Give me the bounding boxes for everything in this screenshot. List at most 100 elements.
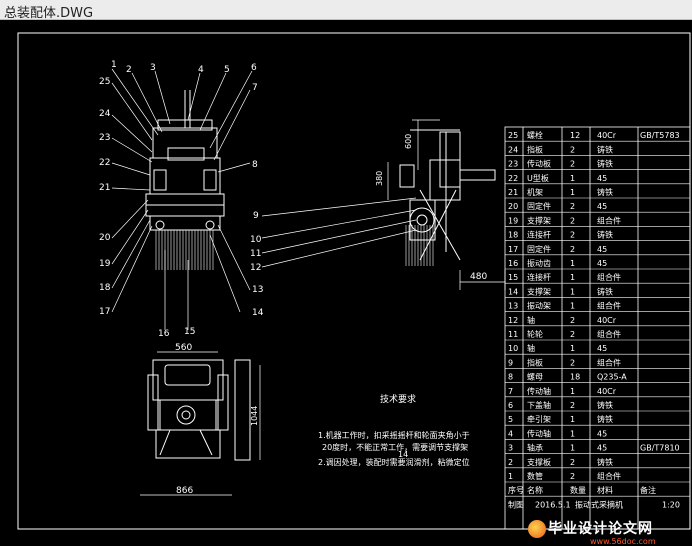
bom-cell: 1 — [570, 174, 575, 183]
balloon-18: 18 — [99, 283, 111, 293]
balloon-15: 15 — [184, 327, 195, 337]
bom-cell: 18 — [508, 231, 518, 240]
tech-heading: 技术要求 — [380, 395, 417, 405]
side-leaders — [261, 197, 417, 268]
window-title: 总装配体.DWG — [4, 6, 94, 21]
balloon-25: 25 — [99, 77, 110, 87]
front-view — [145, 90, 225, 231]
bom-cell: 2 — [570, 472, 575, 481]
balloon-7: 7 — [252, 83, 258, 93]
sheet-border — [17, 32, 691, 530]
balloon-11: 11 — [250, 249, 261, 259]
bom-cell: 1 — [570, 259, 575, 268]
cad-canvas[interactable]: 1 2 3 4 5 6 25 24 23 22 21 20 19 18 17 7… — [0, 20, 692, 546]
tech-mark: 14 — [398, 450, 409, 459]
bom-cell: 25 — [508, 131, 518, 140]
balloon-8: 8 — [252, 160, 258, 170]
window-titlebar: 总装配体.DWG — [0, 0, 692, 21]
watermark-logo — [528, 520, 546, 538]
bom-cell: 铸铁 — [597, 230, 613, 240]
bom-footer-title: 振动式采摘机 — [575, 499, 623, 509]
bom-cell: 1 — [570, 344, 575, 353]
drawing-sheet: 1 2 3 4 5 6 25 24 23 22 21 20 19 18 17 7… — [17, 32, 691, 530]
bom-cell: 2 — [570, 216, 575, 225]
bom-cell: 16 — [508, 259, 518, 268]
bom-cell: 24 — [508, 145, 518, 154]
tech-line-2: 20度时，不能正常工作，需要调节支撑架 — [322, 443, 469, 452]
bom-cell: 20 — [508, 202, 518, 211]
bom-cell: 2 — [570, 316, 575, 325]
bom-cell: 数管 — [527, 471, 543, 481]
bom-cell: 21 — [508, 188, 518, 197]
watermark-url: www.56doc.com — [590, 537, 656, 546]
balloon-22: 22 — [99, 158, 110, 168]
bom-cell: 17 — [508, 245, 518, 254]
bom-cell: 振动齿 — [527, 258, 551, 268]
bom-cell: 轮轮 — [527, 329, 543, 339]
bom-cell: 40Cr — [597, 131, 617, 140]
front-top-frame — [152, 127, 218, 159]
balloon-4: 4 — [198, 65, 204, 75]
bom-header-cell: 名称 — [527, 485, 543, 495]
bom-cell: 2 — [570, 145, 575, 154]
bom-cell: 振动架 — [527, 301, 551, 311]
bom-cell: 轴 — [527, 343, 535, 353]
dim-480: 480 — [470, 272, 487, 282]
bom-cell: 45 — [597, 174, 607, 183]
dim-600: 600 — [404, 134, 413, 149]
balloon-12: 12 — [250, 263, 261, 273]
balloon-1: 1 — [111, 60, 117, 70]
balloon-17: 17 — [99, 307, 110, 317]
bom-cell: U型板 — [527, 173, 549, 183]
balloon-24: 24 — [99, 109, 111, 119]
balloon-6: 6 — [251, 63, 257, 73]
bom-cell: 牵引架 — [527, 414, 551, 424]
bom-cell: 铸铁 — [597, 457, 613, 467]
bom-cell: 10 — [508, 344, 518, 353]
bom-cell: 铸铁 — [597, 159, 613, 169]
bom-cell: 1 — [570, 273, 575, 282]
bom-cell: Q235-A — [597, 373, 627, 382]
bom-cell: 组合件 — [597, 272, 621, 282]
bom-cell: 2 — [508, 458, 513, 467]
bom-cell: 22 — [508, 174, 518, 183]
bom-cell: 1 — [570, 287, 575, 296]
bom-cell: 8 — [508, 373, 513, 382]
bom-cell: 12 — [570, 131, 580, 140]
bom-cell: 6 — [508, 401, 513, 410]
bom-cell: 机架 — [527, 187, 543, 197]
bom-cell: 45 — [597, 344, 607, 353]
bom-footer-date: 2016.5.1 — [535, 500, 571, 509]
bom-header-cell: 数量 — [570, 485, 586, 495]
bom-cell: 2 — [570, 160, 575, 169]
bom-cell: 轴承 — [527, 443, 543, 453]
bom-cell: 2 — [570, 231, 575, 240]
bom-cell: 18 — [570, 373, 580, 382]
bom-header-cell: 材料 — [597, 485, 613, 495]
bom-cell: 40Cr — [597, 316, 617, 325]
front-leaders — [111, 68, 253, 330]
bom-cell: 1 — [570, 387, 575, 396]
bom-cell: 45 — [597, 429, 607, 438]
bom-cell: 45 — [597, 202, 607, 211]
dim-1044: 1044 — [250, 406, 259, 426]
bom-cell: 4 — [508, 429, 513, 438]
bom-cell: 2 — [570, 358, 575, 367]
bom-footer-scale: 1:20 — [662, 500, 680, 509]
bom-cell: 组合件 — [597, 357, 621, 367]
balloon-2: 2 — [126, 65, 132, 75]
bom-cell: 组合件 — [597, 471, 621, 481]
bom-cell: 23 — [508, 160, 518, 169]
bom-cell: 45 — [597, 245, 607, 254]
dim-380: 380 — [375, 171, 384, 186]
bom-cell: 45 — [597, 259, 607, 268]
bom-cell: 支撑板 — [527, 457, 551, 467]
bom-cell: 45 — [597, 444, 607, 453]
bom-cell: 2 — [570, 202, 575, 211]
balloon-9: 9 — [253, 211, 259, 221]
bom-cell: 铸铁 — [597, 144, 613, 154]
bom-cell: 2 — [570, 401, 575, 410]
bom-cell: 铸铁 — [597, 400, 613, 410]
bom-cell: 组合件 — [597, 329, 621, 339]
bom-cell: 1 — [570, 188, 575, 197]
